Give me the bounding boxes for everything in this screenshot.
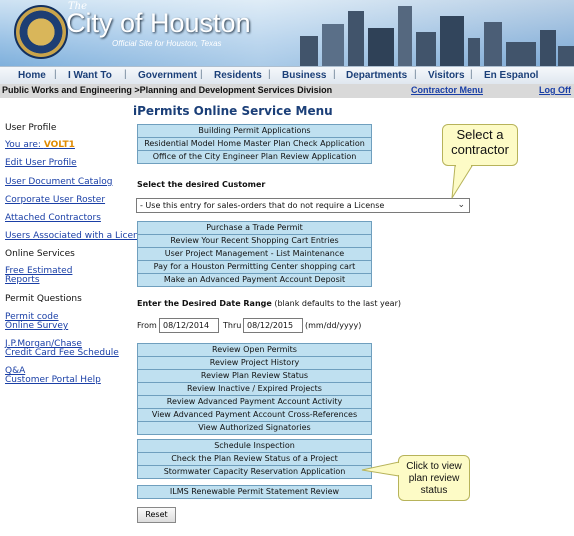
callout-line: Select a (456, 127, 504, 142)
callout-line: plan review (408, 473, 460, 484)
callout-line: contractor (451, 142, 509, 157)
callout-line: Click to view (406, 461, 462, 472)
callout-line: status (420, 485, 448, 496)
contractor-callout-pointer (451, 165, 473, 199)
select-contractor-callout: Select a contractor (442, 124, 518, 166)
callout-pointers (361, 165, 473, 477)
plan-review-callout: Click to view plan review status (398, 455, 470, 501)
plan-review-callout-pointer (361, 461, 400, 477)
